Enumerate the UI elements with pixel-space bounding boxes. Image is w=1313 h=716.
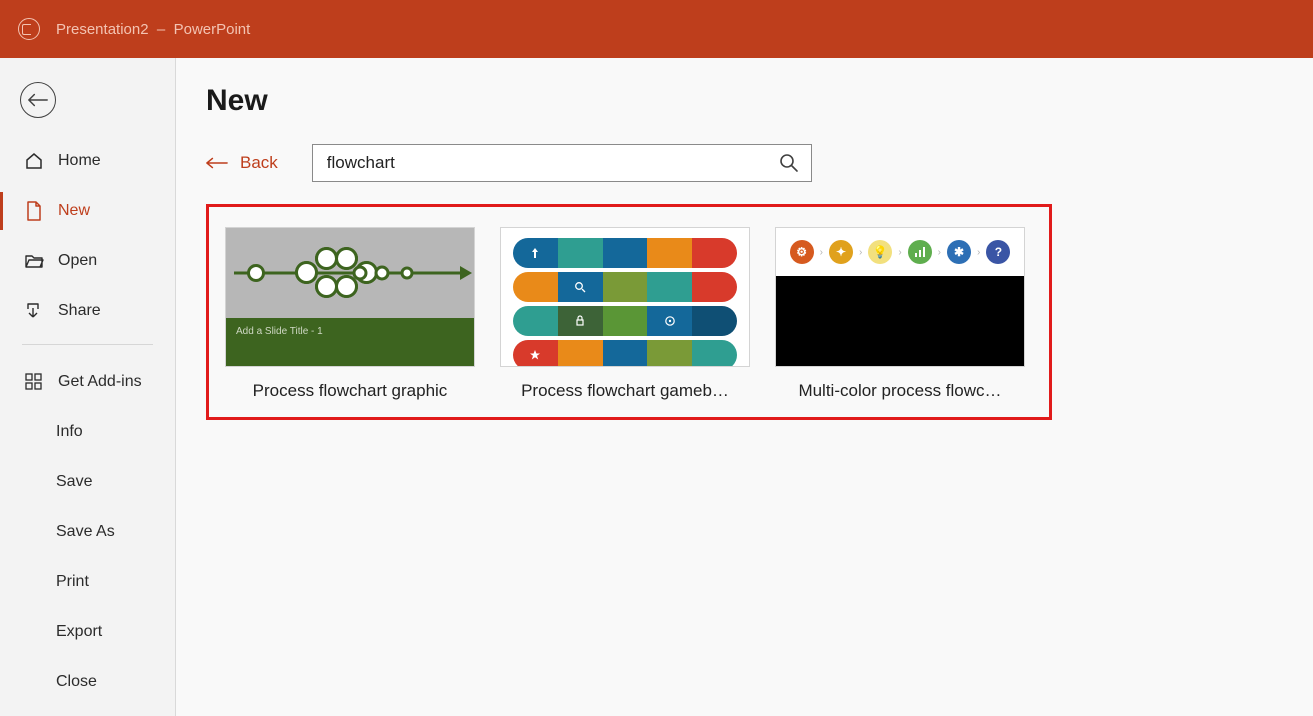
search-toolbar: Back — [206, 144, 1313, 182]
template-label: Process flowchart gameb… — [500, 381, 750, 401]
sidebar-item-label: Get Add-ins — [58, 373, 142, 391]
folder-open-icon — [24, 251, 44, 271]
sidebar-divider — [22, 344, 153, 345]
search-icon — [779, 153, 799, 173]
sidebar-item-label: Home — [58, 152, 101, 170]
search-back-button[interactable]: Back — [206, 153, 278, 173]
template-label: Process flowchart graphic — [225, 381, 475, 401]
sidebar-item-close[interactable]: Close — [0, 657, 175, 707]
sidebar-item-label: Save As — [56, 523, 115, 541]
sidebar-item-info[interactable]: Info — [0, 407, 175, 457]
main-pane: New Back — [176, 58, 1313, 716]
sidebar-item-save[interactable]: Save — [0, 457, 175, 507]
app-name: PowerPoint — [174, 21, 251, 38]
backstage-sidebar: Home New Open Share — [0, 58, 176, 716]
addins-icon — [24, 372, 44, 392]
powerpoint-icon — [18, 18, 40, 40]
sidebar-item-print[interactable]: Print — [0, 557, 175, 607]
template-multicolor-process-flowchart[interactable]: ⚙› ✦› 💡› › ✱› ? Multi-color process flow… — [775, 227, 1025, 401]
template-thumbnail: ⚙› ✦› 💡› › ✱› ? — [775, 227, 1025, 367]
template-thumbnail — [500, 227, 750, 367]
title-bar: Presentation2 – PowerPoint — [0, 0, 1313, 58]
back-label: Back — [240, 153, 278, 173]
sidebar-item-home[interactable]: Home — [0, 136, 175, 186]
sidebar-item-saveas[interactable]: Save As — [0, 507, 175, 557]
share-icon — [24, 301, 44, 321]
title-separator: – — [149, 21, 174, 38]
home-icon — [24, 151, 44, 171]
sidebar-item-label: Open — [58, 252, 97, 270]
document-title: Presentation2 — [56, 21, 149, 38]
template-thumbnail: Add a Slide Title - 1 — [225, 227, 475, 367]
new-file-icon — [24, 201, 44, 221]
template-process-flowchart-gameboard[interactable]: Process flowchart gameb… — [500, 227, 750, 401]
sidebar-item-label: Info — [56, 423, 83, 441]
slide-hint-text: Add a Slide Title - 1 — [226, 318, 474, 366]
template-search-box[interactable] — [312, 144, 812, 182]
search-input[interactable] — [325, 152, 775, 174]
arrow-left-icon — [27, 93, 49, 107]
sidebar-item-label: New — [58, 202, 90, 220]
sidebar-item-open[interactable]: Open — [0, 236, 175, 286]
sidebar-item-share[interactable]: Share — [0, 286, 175, 336]
sidebar-item-label: Close — [56, 673, 97, 691]
arrow-left-icon — [206, 157, 228, 169]
sidebar-item-label: Share — [58, 302, 101, 320]
search-button[interactable] — [775, 149, 803, 177]
page-title: New — [206, 84, 1313, 118]
back-button[interactable] — [20, 82, 56, 118]
sidebar-item-label: Print — [56, 573, 89, 591]
sidebar-item-label: Export — [56, 623, 102, 641]
sidebar-item-label: Save — [56, 473, 92, 491]
sidebar-item-getaddins[interactable]: Get Add-ins — [0, 357, 175, 407]
template-label: Multi-color process flowc… — [775, 381, 1025, 401]
template-results-highlight: Add a Slide Title - 1 Process flowchart … — [206, 204, 1052, 420]
template-process-flowchart-graphic[interactable]: Add a Slide Title - 1 Process flowchart … — [225, 227, 475, 401]
sidebar-item-new[interactable]: New — [0, 186, 175, 236]
sidebar-item-export[interactable]: Export — [0, 607, 175, 657]
